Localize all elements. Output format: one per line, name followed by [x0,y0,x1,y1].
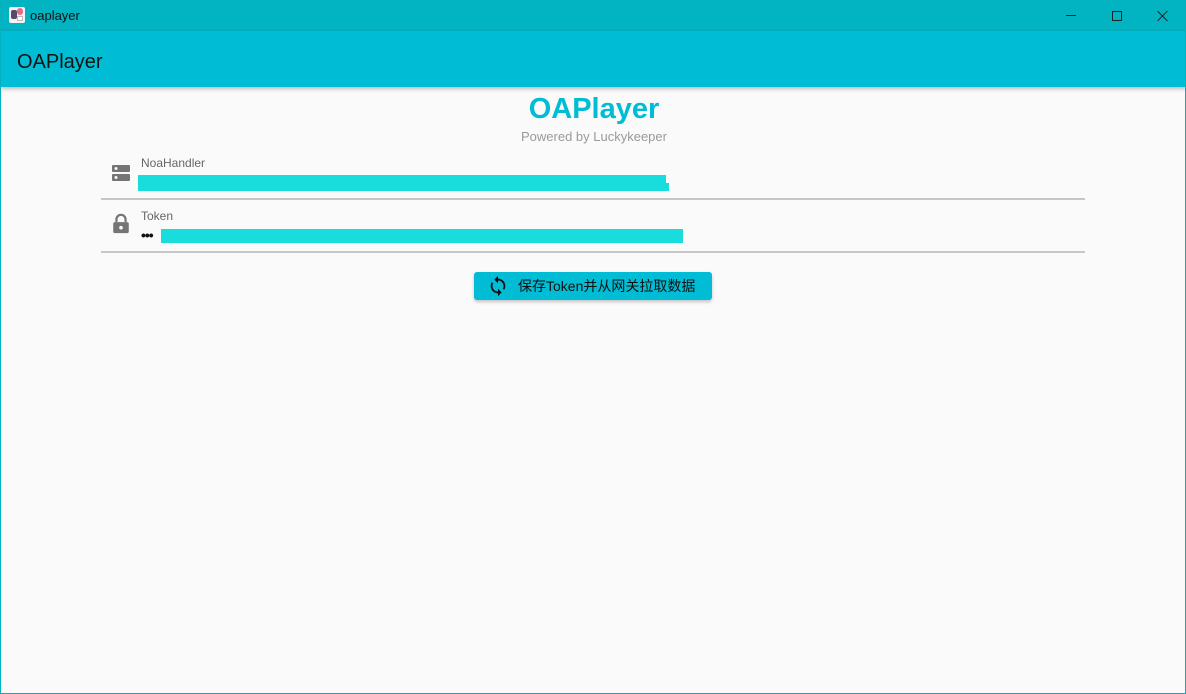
maximize-icon [1112,10,1122,21]
close-icon [1157,10,1169,22]
minimize-icon [1066,15,1076,16]
token-label: Token [141,209,174,223]
close-button[interactable] [1140,0,1185,31]
app-window: oaplayer OAPlayer OAPlayer Powered by Lu… [0,0,1186,694]
brand-title: OAPlayer [528,93,660,125]
noa-handler-value-redacted-tail [138,183,669,191]
minimize-button[interactable] [1048,0,1094,31]
maximize-button[interactable] [1094,0,1140,31]
lock-icon [113,213,129,234]
brand-subtitle: Powered by Luckykeeper [521,129,667,144]
save-token-button-label: 保存Token并从网关拉取数据 [518,278,696,294]
token-field[interactable]: Token ••• [101,201,1085,253]
window-title: oaplayer [30,8,80,23]
window-titlebar[interactable]: oaplayer [1,0,1185,31]
save-token-button[interactable]: 保存Token并从网关拉取数据 [474,272,712,300]
app-bar: OAPlayer [1,31,1185,87]
app-bar-title: OAPlayer [17,51,103,73]
token-masked-prefix: ••• [141,227,154,243]
noa-handler-label: NoaHandler [141,156,206,170]
token-value-redacted[interactable] [161,229,683,243]
sync-icon [490,275,506,297]
noa-handler-field[interactable]: NoaHandler [101,148,1085,200]
server-icon [112,165,130,181]
oaplayer-app-icon[interactable] [9,7,25,23]
